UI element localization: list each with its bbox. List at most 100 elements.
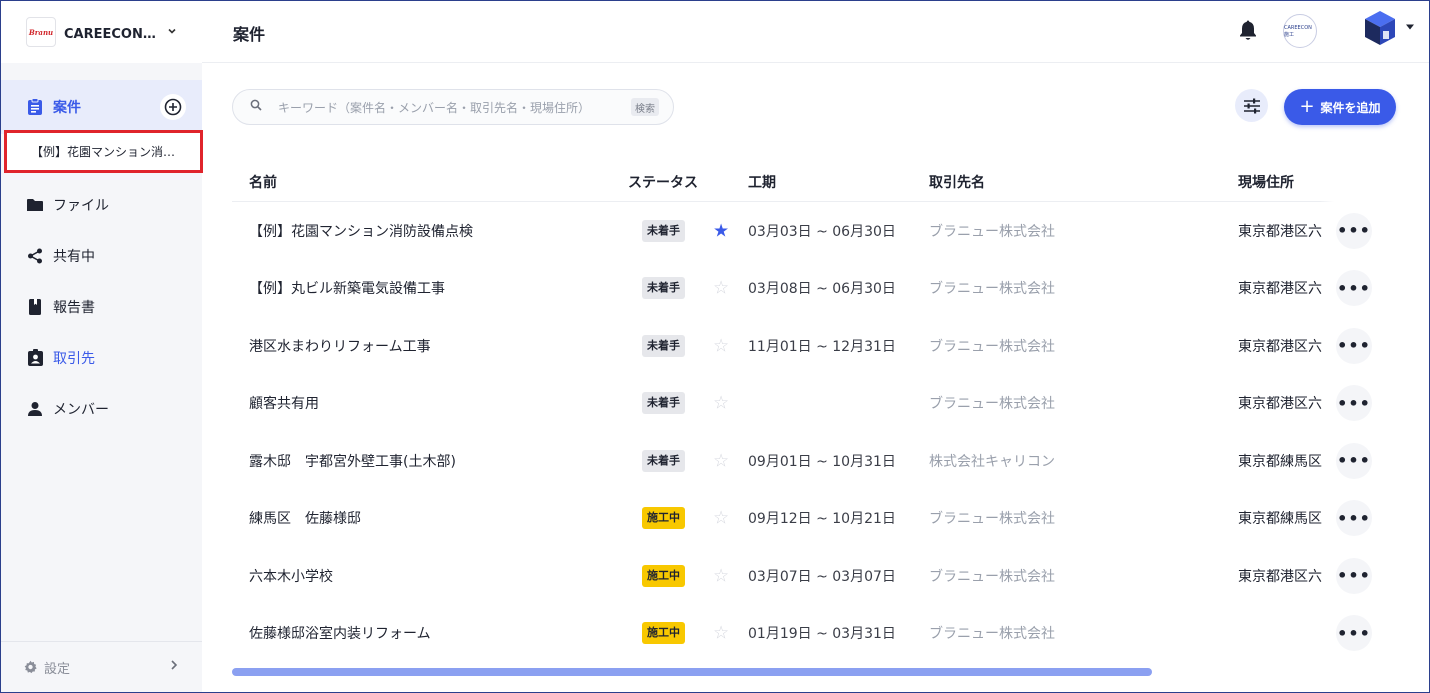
table-row[interactable]: 佐藤様邸浴室内装リフォーム 施工中 ☆ 01月19日 ~ 03月31日 ブラニュ… — [232, 605, 1388, 663]
site-address: 東京都練馬区 — [1238, 511, 1322, 528]
table-row[interactable]: 港区水まわりリフォーム工事 未着手 ☆ 11月01日 ~ 12月31日 ブラニュ… — [232, 317, 1388, 375]
project-period: 03月08日 ~ 06月30日 — [748, 281, 896, 298]
client-name: ブラニュー株式会社 — [929, 281, 1055, 298]
sidebar-item-members[interactable]: メンバー — [1, 383, 202, 434]
sidebar: Branu CAREECON 施… 案件 【例】花園マンション消… ファイル — [1, 1, 203, 692]
search-placeholder: キーワード（案件名・メンバー名・取引先名・現場住所） — [278, 100, 591, 115]
status-badge: 未着手 — [642, 334, 685, 357]
settings-label: 設定 — [44, 661, 71, 677]
site-address: 東京都港区六 — [1238, 223, 1322, 240]
project-name[interactable]: 港区水まわりリフォーム工事 — [249, 336, 431, 356]
client-name: 株式会社キャリコン — [929, 453, 1055, 470]
add-project-button[interactable] — [160, 94, 186, 120]
star-outline-icon[interactable]: ☆ — [713, 565, 729, 586]
company-avatar[interactable]: CAREECON施工 — [1283, 14, 1317, 48]
project-name[interactable]: 【例】丸ビル新築電気設備工事 — [249, 278, 445, 298]
status-badge-label: 未着手 — [642, 219, 685, 242]
status-badge-label: 未着手 — [642, 334, 685, 357]
book-icon — [26, 298, 44, 316]
contact-badge-icon — [26, 349, 44, 367]
search-input[interactable]: キーワード（案件名・メンバー名・取引先名・現場住所） 検索 — [232, 89, 674, 125]
site-address: 東京都練馬区 — [1238, 453, 1322, 470]
star-outline-icon[interactable]: ☆ — [713, 623, 729, 644]
status-badge-label: 未着手 — [642, 449, 685, 472]
divider — [1, 641, 202, 642]
add-project-main-button[interactable]: + 案件を追加 — [1284, 89, 1396, 125]
column-header-address[interactable]: 現場住所 — [1238, 172, 1294, 192]
sidebar-item-label: メンバー — [53, 401, 109, 418]
clipboard-icon — [26, 98, 44, 116]
sidebar-item-shared[interactable]: 共有中 — [1, 230, 202, 281]
column-header-client[interactable]: 取引先名 — [929, 172, 985, 192]
settings-link[interactable]: 設定 — [1, 652, 202, 682]
horizontal-scrollbar[interactable] — [232, 668, 1152, 676]
table-row[interactable]: 顧客共有用 未着手 ☆ ブラニュー株式会社 東京都港区六 — [232, 375, 1388, 433]
filter-button[interactable] — [1235, 89, 1268, 122]
status-badge: 未着手 — [642, 277, 685, 300]
sidebar-item-files[interactable]: ファイル — [1, 179, 202, 230]
star-icon[interactable]: ★ — [713, 220, 729, 241]
project-period: 09月12日 ~ 10月21日 — [748, 511, 896, 528]
add-project-label: 案件を追加 — [1320, 100, 1381, 115]
project-period: 01月19日 ~ 03月31日 — [748, 626, 896, 643]
sidebar-item-projects[interactable]: 案件 — [1, 80, 202, 134]
project-name[interactable]: 佐藤様邸浴室内装リフォーム — [249, 623, 431, 643]
page-title: 案件 — [233, 25, 266, 44]
search-icon — [250, 99, 262, 115]
sidebar-item-label: ファイル — [53, 197, 109, 214]
table-row[interactable]: 【例】花園マンション消防設備点検 未着手 ★ 03月03日 ~ 06月30日 ブ… — [232, 202, 1388, 260]
star-outline-icon[interactable]: ☆ — [713, 450, 729, 471]
column-header-status[interactable]: ステータス — [628, 172, 698, 192]
table-row[interactable]: 【例】丸ビル新築電気設備工事 未着手 ☆ 03月08日 ~ 06月30日 ブラニ… — [232, 260, 1388, 318]
status-badge-label: 施工中 — [642, 564, 685, 587]
status-badge-label: 未着手 — [642, 277, 685, 300]
project-name[interactable]: 【例】花園マンション消防設備点検 — [249, 221, 473, 241]
column-header-name[interactable]: 名前 — [249, 172, 277, 192]
project-period: 11月01日 ~ 12月31日 — [748, 338, 896, 355]
row-actions-column — [1320, 160, 1390, 670]
column-header-period[interactable]: 工期 — [748, 172, 776, 192]
site-address: 東京都港区六 — [1238, 568, 1322, 585]
status-badge: 未着手 — [642, 392, 685, 415]
star-outline-icon[interactable]: ☆ — [713, 508, 729, 529]
table-row[interactable]: 六本木小学校 施工中 ☆ 03月07日 ~ 03月07日 ブラニュー株式会社 東… — [232, 547, 1388, 605]
table-header: 名前 ステータス 工期 取引先名 現場住所 — [232, 158, 1388, 202]
project-name[interactable]: 練馬区 佐藤様邸 — [249, 508, 361, 528]
star-outline-icon[interactable]: ☆ — [713, 393, 729, 414]
top-header: 案件 CAREECON施工 — [202, 1, 1429, 63]
table-row[interactable]: 練馬区 佐藤様邸 施工中 ☆ 09月12日 ~ 10月21日 ブラニュー株式会社… — [232, 490, 1388, 548]
table-row[interactable]: 露木邸 宇都宮外壁工事(土木部) 未着手 ☆ 09月01日 ~ 10月31日 株… — [232, 432, 1388, 490]
sidebar-item-reports[interactable]: 報告書 — [1, 281, 202, 332]
sidebar-subitem-example-project[interactable]: 【例】花園マンション消… — [4, 130, 203, 173]
status-badge: 未着手 — [642, 449, 685, 472]
status-badge: 施工中 — [642, 507, 685, 530]
project-name[interactable]: 露木邸 宇都宮外壁工事(土木部) — [249, 451, 456, 471]
sidebar-item-clients[interactable]: 取引先 — [1, 332, 202, 383]
chevron-down-icon[interactable] — [1405, 23, 1415, 34]
client-name: ブラニュー株式会社 — [929, 511, 1055, 528]
star-outline-icon[interactable]: ☆ — [713, 335, 729, 356]
star-outline-icon[interactable]: ☆ — [713, 278, 729, 299]
project-name[interactable]: 顧客共有用 — [249, 393, 319, 413]
project-table-body: 【例】花園マンション消防設備点検 未着手 ★ 03月03日 ~ 06月30日 ブ… — [232, 202, 1388, 662]
sidebar-item-label: 報告書 — [53, 299, 95, 316]
project-name[interactable]: 六本木小学校 — [249, 566, 333, 586]
org-logo: Branu — [26, 17, 56, 47]
status-badge: 施工中 — [642, 564, 685, 587]
person-icon — [26, 400, 44, 418]
status-badge: 施工中 — [642, 622, 685, 645]
status-badge-label: 未着手 — [642, 392, 685, 415]
bell-icon[interactable] — [1238, 19, 1258, 45]
search-shortcut-badge: 検索 — [631, 98, 659, 116]
site-address: 東京都港区六 — [1238, 396, 1322, 413]
gear-icon — [23, 660, 38, 675]
status-badge: 未着手 — [642, 219, 685, 242]
site-address: 東京都港区六 — [1238, 338, 1322, 355]
sidebar-item-label: 共有中 — [53, 248, 95, 265]
project-period: 03月07日 ~ 03月07日 — [748, 568, 896, 585]
org-switcher[interactable]: Branu CAREECON 施… — [1, 1, 202, 63]
chevron-right-icon — [170, 659, 178, 675]
plus-icon: + — [1299, 96, 1315, 117]
user-avatar-cube-icon[interactable] — [1364, 10, 1396, 50]
chevron-down-icon — [167, 26, 177, 39]
